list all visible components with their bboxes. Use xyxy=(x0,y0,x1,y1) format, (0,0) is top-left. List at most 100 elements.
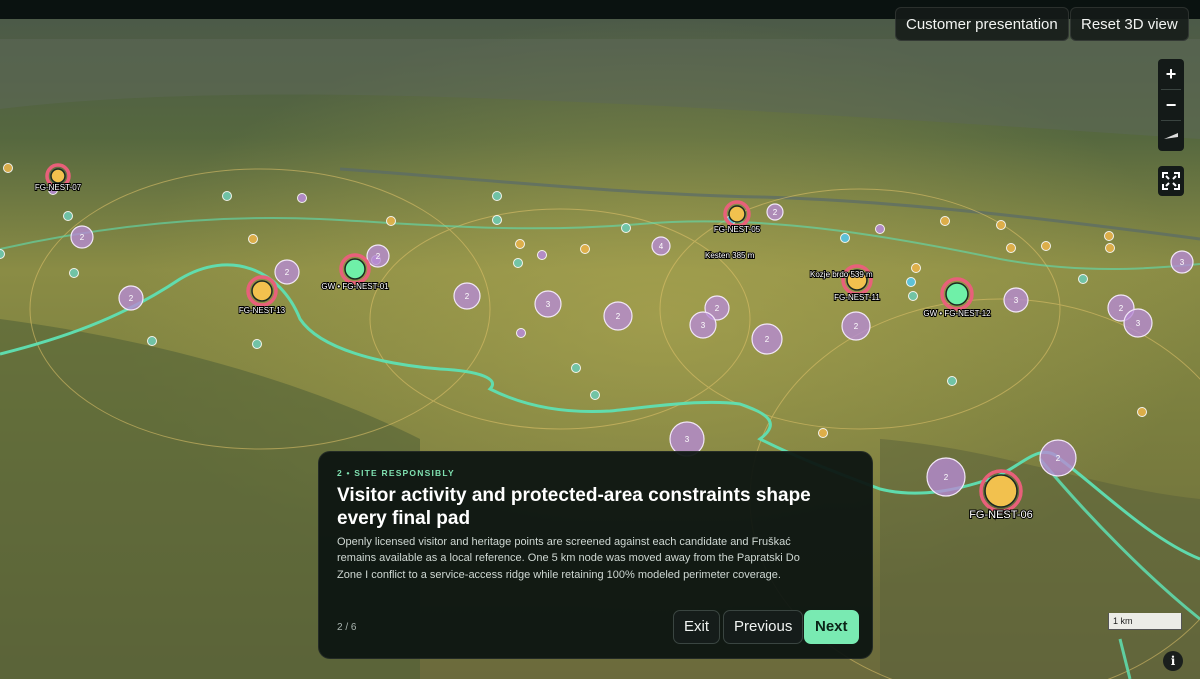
tour-step-label: 2 • SITE RESPONSIBLY xyxy=(337,468,455,478)
poi-marker[interactable] xyxy=(515,239,525,249)
cluster-marker[interactable]: 3 xyxy=(534,290,562,318)
navigation-control: + − xyxy=(1158,59,1184,151)
site-dot xyxy=(728,205,746,223)
cluster-marker[interactable]: 2 xyxy=(366,244,390,268)
poi-marker[interactable] xyxy=(940,216,950,226)
site-dot xyxy=(984,474,1018,508)
poi-marker[interactable] xyxy=(908,291,918,301)
place-label-kesten: Kesten 385 m xyxy=(705,251,755,260)
cluster-marker[interactable]: 2 xyxy=(453,282,481,310)
cluster-marker[interactable]: 2 xyxy=(603,301,633,331)
cluster-count: 3 xyxy=(1014,296,1019,305)
cluster-count: 2 xyxy=(1119,304,1124,313)
place-label-kozje-brdo: Kozje brdo 539 m xyxy=(810,270,873,279)
cluster-count: 2 xyxy=(616,312,621,321)
next-button[interactable]: Next xyxy=(804,610,859,644)
site-dot xyxy=(945,282,969,306)
cluster-count: 4 xyxy=(659,242,664,251)
cluster-marker[interactable]: 2 xyxy=(841,311,871,341)
site-label: FG-NEST-05 xyxy=(714,225,761,234)
cluster-marker[interactable]: 2 xyxy=(118,285,144,311)
poi-marker[interactable] xyxy=(492,191,502,201)
cluster-marker[interactable]: 2 xyxy=(926,457,966,497)
previous-button[interactable]: Previous xyxy=(723,610,804,644)
poi-marker[interactable] xyxy=(996,220,1006,230)
info-button[interactable]: i xyxy=(1163,651,1183,671)
poi-marker[interactable] xyxy=(1078,274,1088,284)
zoom-out-button[interactable]: − xyxy=(1158,90,1184,120)
poi-marker[interactable] xyxy=(537,250,547,260)
customer-presentation-button[interactable]: Customer presentation xyxy=(895,7,1069,41)
cluster-marker[interactable]: 2 xyxy=(766,203,784,221)
poi-marker[interactable] xyxy=(147,336,157,346)
poi-marker[interactable] xyxy=(911,263,921,273)
poi-marker[interactable] xyxy=(818,428,828,438)
cluster-count: 2 xyxy=(854,322,859,331)
site-label: FG-NEST-07 xyxy=(35,183,82,192)
site-label: GW • FG-NEST-01 xyxy=(321,282,389,291)
compass-button[interactable] xyxy=(1158,121,1184,151)
tour-card: 2 • SITE RESPONSIBLY Visitor activity an… xyxy=(318,451,873,659)
site-label: GW • FG-NEST-12 xyxy=(923,309,991,318)
cluster-count: 3 xyxy=(546,300,551,309)
poi-marker[interactable] xyxy=(621,223,631,233)
cluster-count: 3 xyxy=(1136,319,1141,328)
poi-marker[interactable] xyxy=(516,328,526,338)
cluster-count: 2 xyxy=(376,252,381,261)
poi-marker[interactable] xyxy=(590,390,600,400)
cluster-marker[interactable]: 3 xyxy=(1123,308,1153,338)
site-dot xyxy=(251,280,273,302)
site-dot xyxy=(344,258,366,280)
poi-marker[interactable] xyxy=(386,216,396,226)
poi-marker[interactable] xyxy=(69,268,79,278)
tour-body: Openly licensed visitor and heritage poi… xyxy=(337,536,800,581)
poi-marker[interactable] xyxy=(492,215,502,225)
poi-marker[interactable] xyxy=(875,224,885,234)
poi-marker[interactable] xyxy=(297,193,307,203)
poi-marker[interactable] xyxy=(222,191,232,201)
reset-3d-view-button[interactable]: Reset 3D view xyxy=(1070,7,1189,41)
cluster-count: 2 xyxy=(944,473,949,482)
cluster-marker[interactable]: 3 xyxy=(689,311,717,339)
exit-button[interactable]: Exit xyxy=(673,610,721,644)
poi-marker[interactable] xyxy=(580,244,590,254)
poi-marker[interactable] xyxy=(63,211,73,221)
scale-bar: 1 km xyxy=(1108,613,1182,630)
zoom-in-button[interactable]: + xyxy=(1158,59,1184,89)
cluster-count: 2 xyxy=(715,304,720,313)
cluster-marker[interactable]: 2 xyxy=(274,259,300,285)
cluster-count: 3 xyxy=(1180,258,1185,267)
cluster-count: 2 xyxy=(465,292,470,301)
poi-marker[interactable] xyxy=(3,163,13,173)
cluster-count: 2 xyxy=(285,268,290,277)
poi-marker[interactable] xyxy=(1041,241,1051,251)
cluster-count: 2 xyxy=(129,294,134,303)
poi-marker[interactable] xyxy=(906,277,916,287)
cluster-count: 2 xyxy=(80,233,85,242)
cluster-marker[interactable]: 3 xyxy=(1003,287,1029,313)
poi-marker[interactable] xyxy=(252,339,262,349)
site-dot xyxy=(50,168,66,184)
fullscreen-button[interactable] xyxy=(1158,166,1184,196)
compass-icon xyxy=(1164,133,1178,139)
poi-marker[interactable] xyxy=(0,249,5,259)
poi-marker[interactable] xyxy=(947,376,957,386)
poi-marker[interactable] xyxy=(1006,243,1016,253)
poi-marker[interactable] xyxy=(248,234,258,244)
poi-marker[interactable] xyxy=(1137,407,1147,417)
poi-marker[interactable] xyxy=(513,258,523,268)
cluster-marker[interactable]: 2 xyxy=(1039,439,1077,477)
site-label: FG-NEST-13 xyxy=(239,306,286,315)
cluster-count: 3 xyxy=(701,321,706,330)
poi-marker[interactable] xyxy=(840,233,850,243)
cluster-marker[interactable]: 4 xyxy=(651,236,671,256)
cluster-marker[interactable]: 2 xyxy=(751,323,783,355)
poi-marker[interactable] xyxy=(1105,243,1115,253)
cluster-count: 3 xyxy=(685,435,690,444)
poi-marker[interactable] xyxy=(1104,231,1114,241)
cluster-marker[interactable]: 3 xyxy=(1170,250,1194,274)
cluster-marker[interactable]: 2 xyxy=(70,225,94,249)
poi-marker[interactable] xyxy=(571,363,581,373)
cluster-count: 2 xyxy=(773,208,778,217)
tour-progress: 2 / 6 xyxy=(337,622,357,633)
